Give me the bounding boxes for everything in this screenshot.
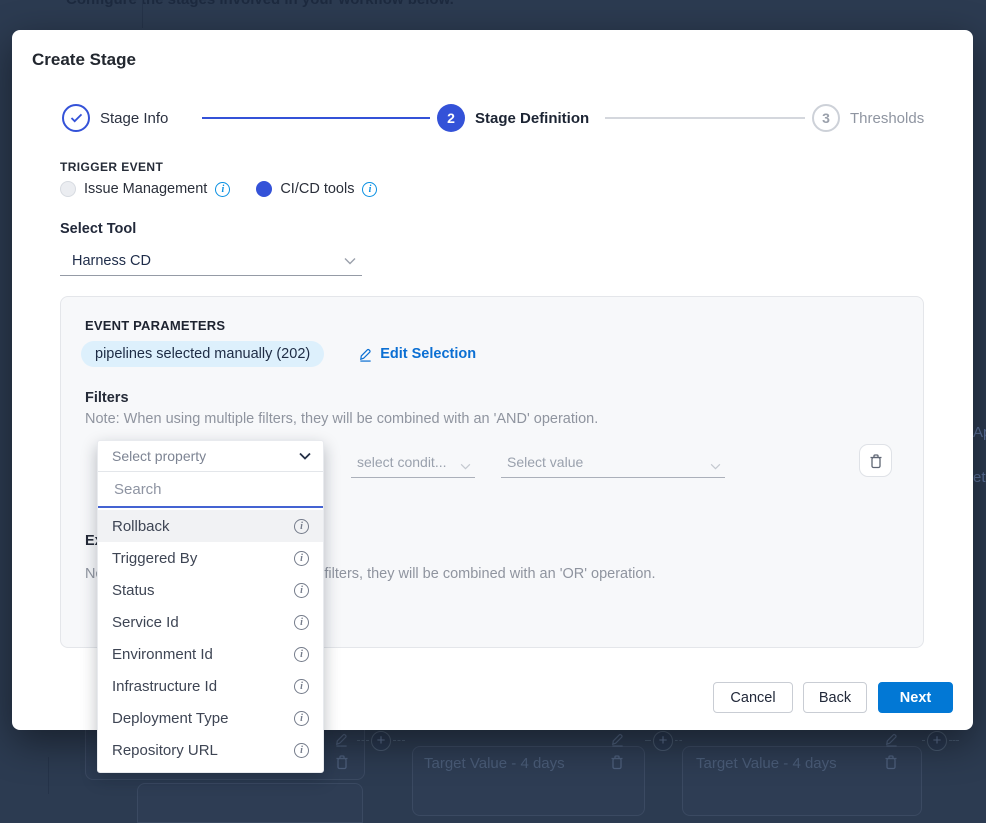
trash-icon xyxy=(335,754,349,770)
add-stage-button: + xyxy=(653,731,673,751)
info-icon[interactable]: i xyxy=(215,182,230,197)
next-button[interactable]: Next xyxy=(878,682,953,713)
target-value-label: Target Value - 4 days xyxy=(696,755,837,772)
dropdown-option[interactable]: Infrastructure Id i xyxy=(98,670,323,702)
chevron-down-icon xyxy=(460,463,471,470)
info-icon[interactable]: i xyxy=(294,519,309,534)
trash-icon xyxy=(610,754,624,770)
chevron-down-icon xyxy=(710,463,721,470)
step-3-indicator[interactable]: 3 xyxy=(812,104,840,132)
edit-icon xyxy=(610,732,625,747)
add-stage-button: + xyxy=(371,731,391,751)
condition-select[interactable]: select condit... xyxy=(351,445,475,478)
dropdown-option[interactable]: Deployment Type i xyxy=(98,702,323,734)
radio-issue-management-label: Issue Management xyxy=(84,181,207,197)
cancel-button[interactable]: Cancel xyxy=(713,682,793,713)
info-icon[interactable]: i xyxy=(294,679,309,694)
dropdown-options-list: Rollback i Triggered By i Status i Servi… xyxy=(98,508,323,772)
step-3-label: Thresholds xyxy=(850,110,924,127)
modal-title: Create Stage xyxy=(32,50,136,70)
step-1-indicator[interactable] xyxy=(62,104,90,132)
chevron-down-icon xyxy=(299,452,311,460)
stepper-connector xyxy=(202,117,430,119)
edit-selection-link[interactable]: Edit Selection xyxy=(358,346,476,362)
radio-cicd-tools[interactable] xyxy=(256,181,272,197)
info-icon[interactable]: i xyxy=(294,743,309,758)
background-divider xyxy=(142,0,143,28)
target-value-label: Target Value - 4 days xyxy=(424,755,565,772)
step-1-label: Stage Info xyxy=(100,110,168,127)
select-tool-label: Select Tool xyxy=(60,221,136,237)
filters-note: Note: When using multiple filters, they … xyxy=(85,411,598,427)
tool-select[interactable]: Harness CD xyxy=(60,246,362,276)
background-subtitle: Configure the stages involved in your wo… xyxy=(66,0,454,8)
step-2-indicator[interactable]: 2 xyxy=(437,104,465,132)
value-select[interactable]: Select value xyxy=(501,445,725,478)
trigger-event-label: TRIGGER EVENT xyxy=(60,160,163,174)
dropdown-option[interactable]: Environment Id i xyxy=(98,638,323,670)
delete-filter-button[interactable] xyxy=(859,444,892,477)
event-parameters-heading: EVENT PARAMETERS xyxy=(85,318,225,333)
info-icon[interactable]: i xyxy=(294,615,309,630)
edit-icon xyxy=(358,347,373,362)
background-divider xyxy=(48,757,49,794)
dropdown-search-input[interactable] xyxy=(112,480,309,499)
chevron-down-icon xyxy=(344,257,356,265)
info-icon[interactable]: i xyxy=(294,551,309,566)
tool-select-value: Harness CD xyxy=(72,253,151,269)
dropdown-option[interactable]: Repository URL i xyxy=(98,734,323,766)
selection-chip: pipelines selected manually (202) xyxy=(81,341,324,367)
property-select-dropdown: Select property Rollback i Triggered By … xyxy=(97,440,324,773)
dropdown-option[interactable]: Triggered By i xyxy=(98,542,323,574)
edit-selection-label: Edit Selection xyxy=(380,346,476,362)
dropdown-option[interactable]: Status i xyxy=(98,574,323,606)
info-icon[interactable]: i xyxy=(362,182,377,197)
trash-icon xyxy=(869,453,883,469)
stage-card-fragment xyxy=(137,783,363,823)
info-icon[interactable]: i xyxy=(294,647,309,662)
check-icon xyxy=(70,113,83,123)
info-icon[interactable]: i xyxy=(294,711,309,726)
filters-heading: Filters xyxy=(85,390,129,406)
dropdown-option[interactable]: Rollback i xyxy=(98,510,323,542)
add-stage-button: + xyxy=(927,731,947,751)
info-icon[interactable]: i xyxy=(294,583,309,598)
edit-icon xyxy=(334,732,349,747)
radio-cicd-tools-label: CI/CD tools xyxy=(280,181,354,197)
stepper-connector xyxy=(605,117,805,119)
trash-icon xyxy=(884,754,898,770)
step-2-label: Stage Definition xyxy=(475,110,589,127)
back-button[interactable]: Back xyxy=(803,682,867,713)
background-text-fragment: Ap xyxy=(973,424,986,441)
property-select-placeholder: Select property xyxy=(112,448,206,464)
radio-issue-management[interactable] xyxy=(60,181,76,197)
trigger-event-options: Issue Management i CI/CD tools i xyxy=(60,179,377,199)
condition-select-placeholder: select condit... xyxy=(357,454,447,470)
value-select-placeholder: Select value xyxy=(507,454,583,470)
dropdown-option[interactable]: Service Id i xyxy=(98,606,323,638)
background-text-fragment: et xyxy=(973,469,986,486)
property-select[interactable]: Select property xyxy=(98,441,323,472)
edit-icon xyxy=(884,732,899,747)
dropdown-search xyxy=(98,472,323,508)
